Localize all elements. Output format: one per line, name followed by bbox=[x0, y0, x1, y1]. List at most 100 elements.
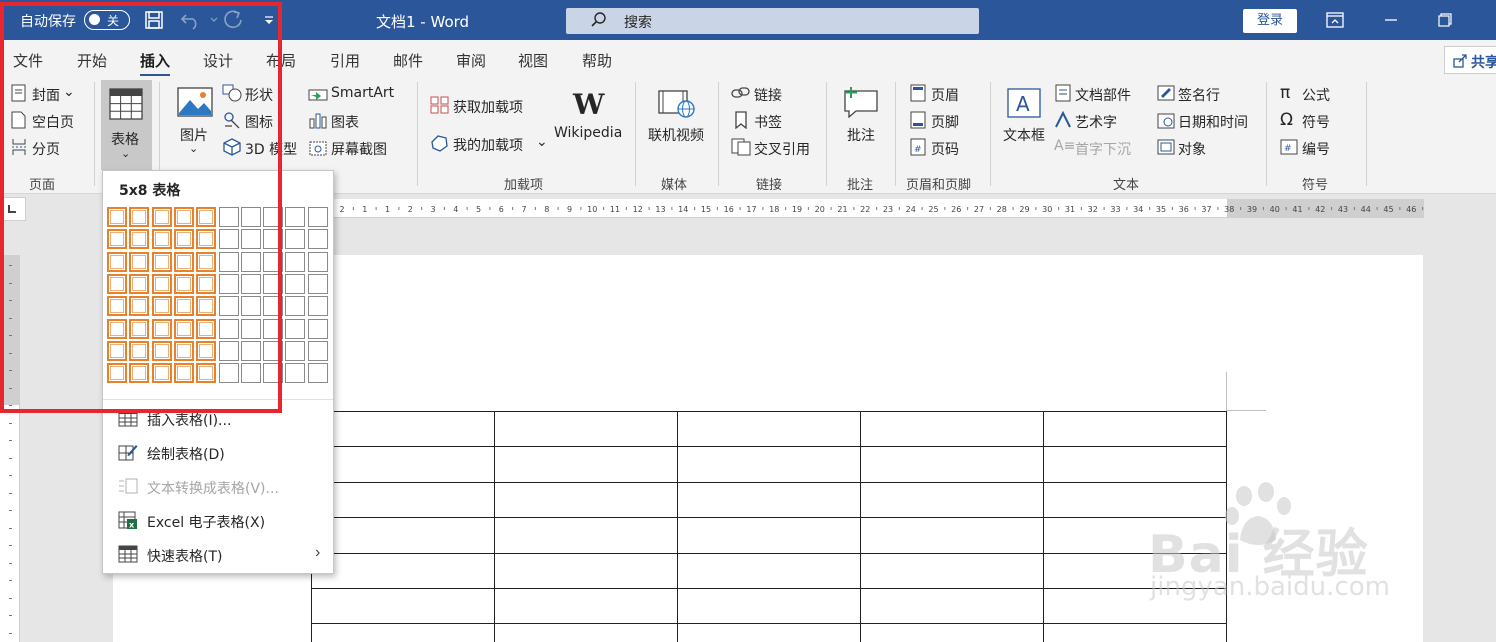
header-button[interactable]: 页眉 bbox=[931, 85, 959, 105]
wordart-button[interactable]: 艺术字 bbox=[1075, 112, 1117, 132]
table-row bbox=[311, 481, 1227, 519]
ruler-number: 43 bbox=[1338, 205, 1348, 214]
ruler-number: 1 bbox=[362, 205, 367, 214]
menu-item-quick-tables[interactable]: 快速表格(T) › bbox=[103, 538, 333, 572]
quick-parts-button[interactable]: 文档部件 bbox=[1075, 85, 1131, 105]
my-addins-button[interactable]: 我的加载项 bbox=[453, 135, 523, 155]
tab-references[interactable]: 引用 bbox=[330, 50, 360, 71]
table-cell[interactable] bbox=[311, 410, 495, 448]
group-label-comments: 批注 bbox=[847, 178, 874, 193]
link-button[interactable]: 链接 bbox=[754, 85, 782, 105]
text-box-button[interactable]: 文本框 bbox=[1003, 125, 1045, 145]
table-cell[interactable] bbox=[494, 552, 678, 589]
table-cell[interactable] bbox=[860, 587, 1044, 625]
tab-view[interactable]: 视图 bbox=[518, 50, 548, 71]
drop-cap-button[interactable]: 首字下沉 bbox=[1075, 139, 1131, 159]
grid-cell[interactable] bbox=[307, 363, 328, 384]
grid-cell[interactable] bbox=[307, 340, 328, 361]
chart-button[interactable]: 图表 bbox=[331, 112, 359, 132]
table-cell[interactable] bbox=[1043, 446, 1227, 483]
my-addins-dropdown-icon[interactable]: ⌄ bbox=[536, 134, 548, 150]
table-cell[interactable] bbox=[494, 587, 678, 625]
chart-icon bbox=[309, 113, 327, 129]
object-button[interactable]: 对象 bbox=[1178, 139, 1206, 159]
online-video-icon[interactable] bbox=[658, 88, 696, 118]
wikipedia-button[interactable]: Wikipedia bbox=[554, 125, 622, 141]
equation-button[interactable]: 公式 bbox=[1302, 85, 1330, 105]
table-cell[interactable] bbox=[677, 623, 861, 642]
new-comment-icon[interactable] bbox=[842, 86, 880, 118]
new-comment-button[interactable]: 批注 bbox=[847, 125, 875, 145]
table-cell[interactable] bbox=[677, 410, 861, 448]
grid-cell[interactable] bbox=[307, 251, 328, 272]
table-cell[interactable] bbox=[311, 587, 495, 625]
table-cell[interactable] bbox=[311, 623, 495, 642]
table-cell[interactable] bbox=[494, 481, 678, 519]
bookmark-button[interactable]: 书签 bbox=[754, 112, 782, 132]
table-cell[interactable] bbox=[1043, 623, 1227, 642]
grid-cell[interactable] bbox=[285, 340, 306, 361]
table-cell[interactable] bbox=[494, 446, 678, 483]
menu-item-excel-spreadsheet[interactable]: x Excel 电子表格(X) bbox=[103, 504, 333, 538]
grid-cell[interactable] bbox=[307, 273, 328, 294]
table-cell[interactable] bbox=[860, 410, 1044, 448]
table-cell[interactable] bbox=[494, 623, 678, 642]
text-box-icon[interactable]: A bbox=[1005, 86, 1043, 120]
footer-button[interactable]: 页脚 bbox=[931, 112, 959, 132]
tab-review[interactable]: 审阅 bbox=[456, 50, 486, 71]
grid-cell[interactable] bbox=[285, 251, 306, 272]
search-input[interactable]: 搜索 bbox=[566, 8, 979, 34]
get-addins-button[interactable]: 获取加载项 bbox=[453, 97, 523, 117]
grid-cell[interactable] bbox=[307, 296, 328, 317]
page-number-button[interactable]: 页码 bbox=[931, 139, 959, 159]
grid-cell[interactable] bbox=[285, 363, 306, 384]
restore-icon[interactable] bbox=[1434, 9, 1456, 31]
table-cell[interactable] bbox=[860, 446, 1044, 483]
minimize-icon[interactable] bbox=[1380, 9, 1402, 31]
table-cell[interactable] bbox=[311, 552, 495, 589]
grid-cell[interactable] bbox=[285, 207, 306, 227]
table-cell[interactable] bbox=[860, 517, 1044, 554]
screenshot-button[interactable]: 屏幕截图 bbox=[331, 139, 387, 159]
table-cell[interactable] bbox=[494, 517, 678, 554]
table-cell[interactable] bbox=[677, 517, 861, 554]
share-button[interactable]: 共享 bbox=[1444, 46, 1496, 74]
table-cell[interactable] bbox=[311, 517, 495, 554]
table-cell[interactable] bbox=[311, 481, 495, 519]
tab-mailings[interactable]: 邮件 bbox=[393, 50, 423, 71]
grid-cell[interactable] bbox=[285, 273, 306, 294]
ruler-tick bbox=[9, 545, 12, 546]
tab-help[interactable]: 帮助 bbox=[582, 50, 612, 71]
grid-cell[interactable] bbox=[307, 207, 328, 227]
horizontal-ruler[interactable]: 2 1 1 2 3 4 5 6 7 8 9 10 11 12 13 14 15 16 17 18 19 20 21 22 23 2… bbox=[334, 199, 1424, 218]
numbering-button[interactable]: 编号 bbox=[1302, 139, 1330, 159]
table-cell[interactable] bbox=[860, 623, 1044, 642]
table-cell[interactable] bbox=[677, 446, 861, 483]
grid-cell[interactable] bbox=[307, 229, 328, 250]
table-cell[interactable] bbox=[677, 481, 861, 519]
signature-line-button[interactable]: 签名行 bbox=[1178, 85, 1220, 105]
login-button[interactable]: 登录 bbox=[1243, 9, 1297, 33]
grid-cell[interactable] bbox=[285, 296, 306, 317]
symbol-button[interactable]: 符号 bbox=[1302, 112, 1330, 132]
table-cell[interactable] bbox=[494, 410, 678, 448]
document-table[interactable] bbox=[311, 410, 1227, 642]
date-time-button[interactable]: 日期和时间 bbox=[1178, 112, 1248, 132]
table-cell[interactable] bbox=[1043, 410, 1227, 448]
table-cell[interactable] bbox=[311, 446, 495, 483]
quick-parts-icon bbox=[1055, 84, 1071, 102]
ruler-number: 17 bbox=[746, 205, 756, 214]
ruler-tick bbox=[9, 597, 12, 599]
table-cell[interactable] bbox=[677, 552, 861, 589]
table-cell[interactable] bbox=[860, 552, 1044, 589]
grid-cell[interactable] bbox=[307, 318, 328, 339]
cross-reference-button[interactable]: 交叉引用 bbox=[754, 139, 810, 159]
smartart-button[interactable]: SmartArt bbox=[331, 85, 394, 101]
grid-cell[interactable] bbox=[285, 318, 306, 339]
grid-cell[interactable] bbox=[285, 229, 306, 250]
ribbon-display-options-icon[interactable] bbox=[1324, 9, 1346, 31]
menu-item-draw-table[interactable]: 绘制表格(D) bbox=[103, 436, 333, 470]
online-video-button[interactable]: 联机视频 bbox=[648, 125, 704, 145]
table-cell[interactable] bbox=[860, 481, 1044, 519]
table-cell[interactable] bbox=[677, 587, 861, 625]
